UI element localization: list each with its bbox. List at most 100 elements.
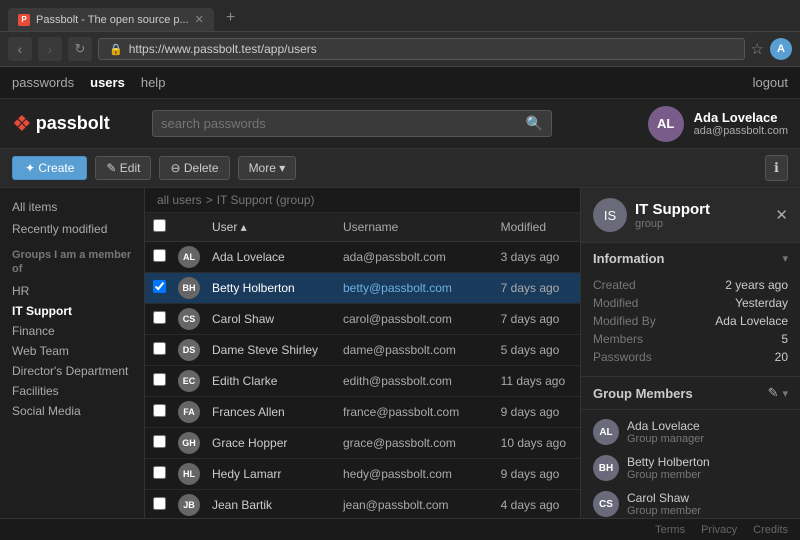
row-checkbox[interactable] bbox=[153, 466, 166, 479]
member-name: Ada Lovelace bbox=[627, 419, 704, 433]
panel-members-actions: ✎ ▾ bbox=[768, 385, 788, 401]
panel-member: BH Betty Holberton Group member bbox=[593, 450, 788, 486]
row-checkbox[interactable] bbox=[153, 342, 166, 355]
row-checkbox-cell[interactable] bbox=[145, 366, 174, 397]
member-info: Betty Holberton Group member bbox=[627, 455, 710, 481]
col-modified-header[interactable]: Modified bbox=[493, 213, 580, 242]
sidebar-item-finance[interactable]: Finance bbox=[6, 321, 138, 341]
row-checkbox[interactable] bbox=[153, 280, 166, 293]
row-avatar-cell: GH bbox=[174, 428, 204, 459]
table-row[interactable]: AL Ada Lovelace ada@passbolt.com 3 days … bbox=[145, 242, 580, 273]
row-checkbox-cell[interactable] bbox=[145, 490, 174, 519]
search-button[interactable]: 🔍 bbox=[526, 115, 543, 132]
row-checkbox[interactable] bbox=[153, 404, 166, 417]
row-checkbox-cell[interactable] bbox=[145, 459, 174, 490]
table-row[interactable]: DS Dame Steve Shirley dame@passbolt.com … bbox=[145, 335, 580, 366]
row-avatar-cell: FA bbox=[174, 397, 204, 428]
user-info-area: AL Ada Lovelace ada@passbolt.com bbox=[648, 106, 788, 142]
row-modified: 4 days ago bbox=[493, 490, 580, 519]
member-avatar: AL bbox=[593, 419, 619, 445]
edit-button[interactable]: ✎ Edit bbox=[95, 156, 151, 180]
created-label: Created bbox=[593, 278, 636, 292]
nav-help[interactable]: help bbox=[141, 75, 166, 90]
table-row[interactable]: GH Grace Hopper grace@passbolt.com 10 da… bbox=[145, 428, 580, 459]
create-button[interactable]: ✦ Create bbox=[12, 156, 87, 180]
select-all-checkbox[interactable] bbox=[153, 219, 166, 232]
row-checkbox-cell[interactable] bbox=[145, 242, 174, 273]
nav-passwords[interactable]: passwords bbox=[12, 75, 74, 90]
member-name: Carol Shaw bbox=[627, 491, 701, 505]
row-checkbox[interactable] bbox=[153, 311, 166, 324]
col-username-header[interactable]: Username bbox=[335, 213, 493, 242]
browser-star-icon[interactable]: ☆ bbox=[751, 40, 764, 58]
row-modified: 7 days ago bbox=[493, 304, 580, 335]
footer-privacy[interactable]: Privacy bbox=[701, 524, 737, 536]
modified-by-label: Modified By bbox=[593, 314, 656, 328]
modified-by-value: Ada Lovelace bbox=[715, 314, 788, 328]
sidebar-item-itsupport[interactable]: IT Support bbox=[6, 301, 138, 321]
footer-credits[interactable]: Credits bbox=[753, 524, 788, 536]
row-username: ada@passbolt.com bbox=[335, 242, 493, 273]
panel-info-title: Information bbox=[593, 251, 665, 266]
col-user-header[interactable]: User ▴ bbox=[204, 213, 335, 242]
sidebar-item-all[interactable]: All items bbox=[6, 196, 138, 218]
row-checkbox[interactable] bbox=[153, 373, 166, 386]
sidebar-item-directors[interactable]: Director's Department bbox=[6, 361, 138, 381]
more-button[interactable]: More ▾ bbox=[238, 156, 297, 180]
table-row[interactable]: JB Jean Bartik jean@passbolt.com 4 days … bbox=[145, 490, 580, 519]
footer-terms[interactable]: Terms bbox=[655, 524, 685, 536]
logout-button[interactable]: logout bbox=[753, 75, 788, 90]
breadcrumb-current: IT Support (group) bbox=[217, 193, 315, 207]
sidebar-item-facilities[interactable]: Facilities bbox=[6, 381, 138, 401]
table-row[interactable]: BH Betty Holberton betty@passbolt.com 7 … bbox=[145, 273, 580, 304]
panel-info-header[interactable]: Information ▾ bbox=[581, 243, 800, 274]
sidebar-item-recent[interactable]: Recently modified bbox=[6, 218, 138, 240]
browser-user-icon[interactable]: A bbox=[770, 38, 792, 60]
browser-tab[interactable]: P Passbolt - The open source p... ✕ bbox=[8, 8, 214, 31]
info-button[interactable]: ℹ bbox=[765, 155, 788, 181]
panel-info-section: Information ▾ Created 2 years ago Modifi… bbox=[581, 243, 800, 377]
logo-icon: ❖ bbox=[12, 111, 32, 137]
user-email: ada@passbolt.com bbox=[694, 125, 788, 137]
search-input[interactable] bbox=[161, 116, 526, 131]
row-avatar-cell: HL bbox=[174, 459, 204, 490]
table-row[interactable]: HL Hedy Lamarr hedy@passbolt.com 9 days … bbox=[145, 459, 580, 490]
sidebar-item-hr[interactable]: HR bbox=[6, 281, 138, 301]
table-row[interactable]: CS Carol Shaw carol@passbolt.com 7 days … bbox=[145, 304, 580, 335]
row-checkbox-cell[interactable] bbox=[145, 428, 174, 459]
row-checkbox[interactable] bbox=[153, 249, 166, 262]
tab-close-icon[interactable]: ✕ bbox=[195, 13, 204, 26]
avatar-initials: AL bbox=[657, 116, 674, 131]
new-tab-button[interactable]: + bbox=[218, 5, 243, 31]
panel-info-chevron: ▾ bbox=[782, 252, 788, 265]
sidebar: All items Recently modified Groups I am … bbox=[0, 188, 145, 518]
panel-edit-icon[interactable]: ✎ bbox=[768, 385, 779, 401]
member-role: Group manager bbox=[627, 433, 704, 445]
table-row[interactable]: FA Frances Allen france@passbolt.com 9 d… bbox=[145, 397, 580, 428]
panel-group-type: group bbox=[635, 218, 775, 230]
row-checkbox-cell[interactable] bbox=[145, 335, 174, 366]
row-checkbox[interactable] bbox=[153, 435, 166, 448]
reload-button[interactable]: ↻ bbox=[68, 37, 92, 61]
row-checkbox[interactable] bbox=[153, 497, 166, 510]
table-row[interactable]: EC Edith Clarke edith@passbolt.com 11 da… bbox=[145, 366, 580, 397]
url-bar[interactable]: 🔒 https://www.passbolt.test/app/users bbox=[98, 38, 745, 60]
row-name: Jean Bartik bbox=[204, 490, 335, 519]
sidebar-item-social[interactable]: Social Media bbox=[6, 401, 138, 421]
row-avatar-cell: CS bbox=[174, 304, 204, 335]
sidebar-item-webteam[interactable]: Web Team bbox=[6, 341, 138, 361]
member-role: Group member bbox=[627, 469, 710, 481]
back-button[interactable]: ‹ bbox=[8, 37, 32, 61]
breadcrumb-all-users[interactable]: all users bbox=[157, 193, 202, 207]
nav-users[interactable]: users bbox=[90, 75, 125, 90]
row-name: Carol Shaw bbox=[204, 304, 335, 335]
panel-close-button[interactable]: ✕ bbox=[775, 206, 788, 224]
row-checkbox-cell[interactable] bbox=[145, 273, 174, 304]
row-username: jean@passbolt.com bbox=[335, 490, 493, 519]
modified-value: Yesterday bbox=[735, 296, 788, 310]
forward-button[interactable]: › bbox=[38, 37, 62, 61]
row-checkbox-cell[interactable] bbox=[145, 304, 174, 335]
avatar: FA bbox=[178, 401, 200, 423]
row-checkbox-cell[interactable] bbox=[145, 397, 174, 428]
delete-button[interactable]: ⊖ Delete bbox=[159, 156, 229, 180]
